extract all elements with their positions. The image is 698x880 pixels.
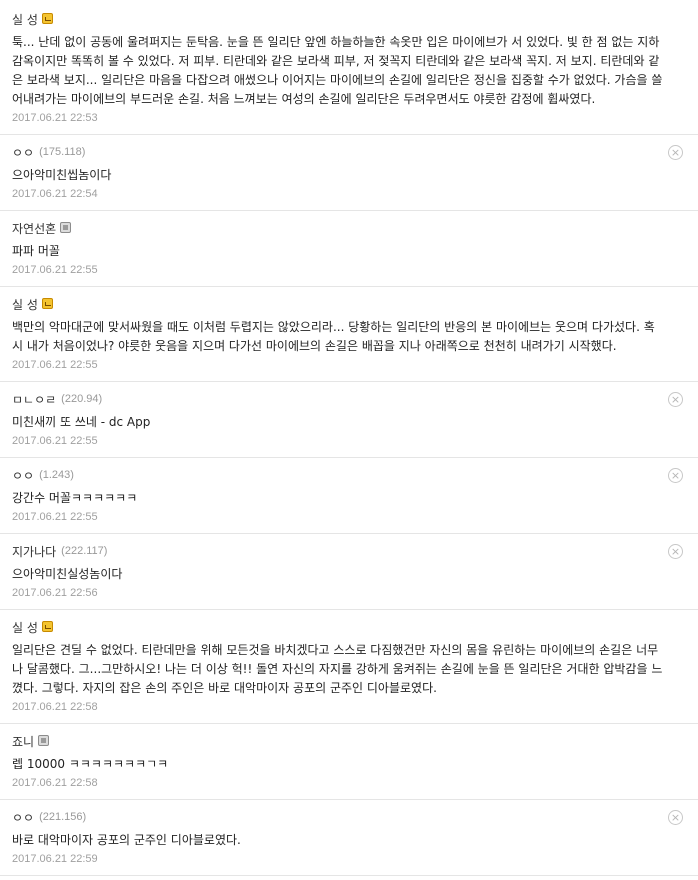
comment-date: 2017.06.21 22:55 <box>12 359 98 371</box>
comment-date: 2017.06.21 22:58 <box>12 701 98 713</box>
comment-text: 으아악미친실성놈이다 <box>12 567 123 581</box>
fixed-nick-badge-icon[interactable] <box>41 620 53 632</box>
comment-text: 백만의 악마대군에 맞서싸웠을 때도 이처럼 두렵지는 않았으리라... 당황하… <box>12 320 655 353</box>
delete-comment-icon[interactable]: × <box>668 392 683 407</box>
delete-comment-icon[interactable]: × <box>668 544 683 559</box>
comment-author-line: 자연선혼 <box>12 220 664 236</box>
comment-author[interactable]: 실 성 <box>12 11 38 28</box>
comment-text: 일리단은 견딜 수 없었다. 티란데만을 위해 모든것을 바치겠다고 스스로 다… <box>12 643 663 695</box>
comment-author-line: 실 성 <box>12 619 664 635</box>
comment-ip: (221.156) <box>39 811 87 823</box>
comment-ip: (175.118) <box>39 146 86 158</box>
comment-text: 툭... 난데 없이 공동에 울려퍼지는 둔탁음. 눈을 뜬 일리단 앞엔 하늘… <box>12 35 663 106</box>
comment-author[interactable]: 지가나다 <box>12 543 56 560</box>
comment-author-line: ㅇㅇ (221.156) <box>12 809 664 825</box>
comment-item: 실 성일리단은 견딜 수 없었다. 티란데만을 위해 모든것을 바치겠다고 스스… <box>0 610 698 724</box>
comment-date: 2017.06.21 22:53 <box>12 112 98 124</box>
comment-author[interactable]: ㅇㅇ <box>12 809 34 826</box>
comment-item: ㅇㅇ (175.118) 으아악미친씹놈이다 2017.06.21 22:54 × <box>0 135 698 211</box>
comment-ip: (222.117) <box>61 545 108 557</box>
fixed-nick-badge-icon[interactable] <box>41 297 53 309</box>
comment-text: 파파 머꼴 <box>12 244 60 258</box>
comment-author-line: 지가나다 (222.117) <box>12 543 664 559</box>
comment-author-line: ㅇㅇ (175.118) <box>12 144 664 160</box>
comment-author[interactable]: ㅇㅇ <box>12 467 34 484</box>
comment-date: 2017.06.21 22:55 <box>12 264 98 276</box>
comment-author-line: ㅁㄴㅇㄹ (220.94) <box>12 391 664 407</box>
comment-date: 2017.06.21 22:58 <box>12 777 98 789</box>
half-fixed-nick-badge-icon[interactable] <box>38 734 50 746</box>
comment-text: 으아악미친씹놈이다 <box>12 168 112 182</box>
comment-text: 바로 대악마이자 공포의 군주인 디아블로였다. <box>12 833 241 847</box>
comment-date: 2017.06.21 22:54 <box>12 188 98 200</box>
comment-author-line: ㅇㅇ (1.243) <box>12 467 664 483</box>
comment-ip: (220.94) <box>61 393 103 405</box>
comment-item: ㅇㅇ (1.243) 강간수 머꼴ㅋㅋㅋㅋㅋㅋ 2017.06.21 22:55 × <box>0 458 698 534</box>
comment-ip: (1.243) <box>39 469 74 481</box>
comment-author-line: 실 성 <box>12 11 664 27</box>
comment-author[interactable]: ㅇㅇ <box>12 144 34 161</box>
comment-item: 실 성툭... 난데 없이 공동에 울려퍼지는 둔탁음. 눈을 뜬 일리단 앞엔… <box>0 0 698 135</box>
comment-list: 실 성툭... 난데 없이 공동에 울려퍼지는 둔탁음. 눈을 뜬 일리단 앞엔… <box>0 0 698 876</box>
comment-item: 실 성백만의 악마대군에 맞서싸웠을 때도 이처럼 두렵지는 않았으리라... … <box>0 287 698 382</box>
comment-item: ㅇㅇ (221.156) 바로 대악마이자 공포의 군주인 디아블로였다. 2017.… <box>0 800 698 876</box>
half-fixed-nick-badge-icon[interactable] <box>60 221 72 233</box>
comment-author[interactable]: 자연선혼 <box>12 220 56 237</box>
comment-date: 2017.06.21 22:56 <box>12 587 98 599</box>
delete-comment-icon[interactable]: × <box>668 468 683 483</box>
delete-comment-icon[interactable]: × <box>668 145 683 160</box>
comment-text: 미친새끼 또 쓰네 - dc App <box>12 415 151 429</box>
comment-item: 자연선혼파파 머꼴 2017.06.21 22:55 <box>0 211 698 287</box>
comment-date: 2017.06.21 22:59 <box>12 853 98 865</box>
comment-item: ㅁㄴㅇㄹ (220.94) 미친새끼 또 쓰네 - dc App 2017.06.21… <box>0 382 698 458</box>
comment-date: 2017.06.21 22:55 <box>12 435 98 447</box>
comment-text: 강간수 머꼴ㅋㅋㅋㅋㅋㅋ <box>12 491 138 505</box>
comment-text: 렙 10000 ㅋㅋㅋㅋㅋㅋㅋㄱㅋ <box>12 757 169 771</box>
comment-item: 죠니렙 10000 ㅋㅋㅋㅋㅋㅋㅋㄱㅋ 2017.06.21 22:58 <box>0 724 698 800</box>
comment-item: 지가나다 (222.117) 으아악미친실성놈이다 2017.06.21 22:56 × <box>0 534 698 610</box>
fixed-nick-badge-icon[interactable] <box>41 12 53 24</box>
comment-author-line: 실 성 <box>12 296 664 312</box>
comment-date: 2017.06.21 22:55 <box>12 511 98 523</box>
comment-author[interactable]: 실 성 <box>12 296 38 313</box>
comment-author[interactable]: 죠니 <box>12 733 34 750</box>
comment-author[interactable]: 실 성 <box>12 619 38 636</box>
comment-author[interactable]: ㅁㄴㅇㄹ <box>12 391 56 408</box>
comment-author-line: 죠니 <box>12 733 664 749</box>
delete-comment-icon[interactable]: × <box>668 810 683 825</box>
